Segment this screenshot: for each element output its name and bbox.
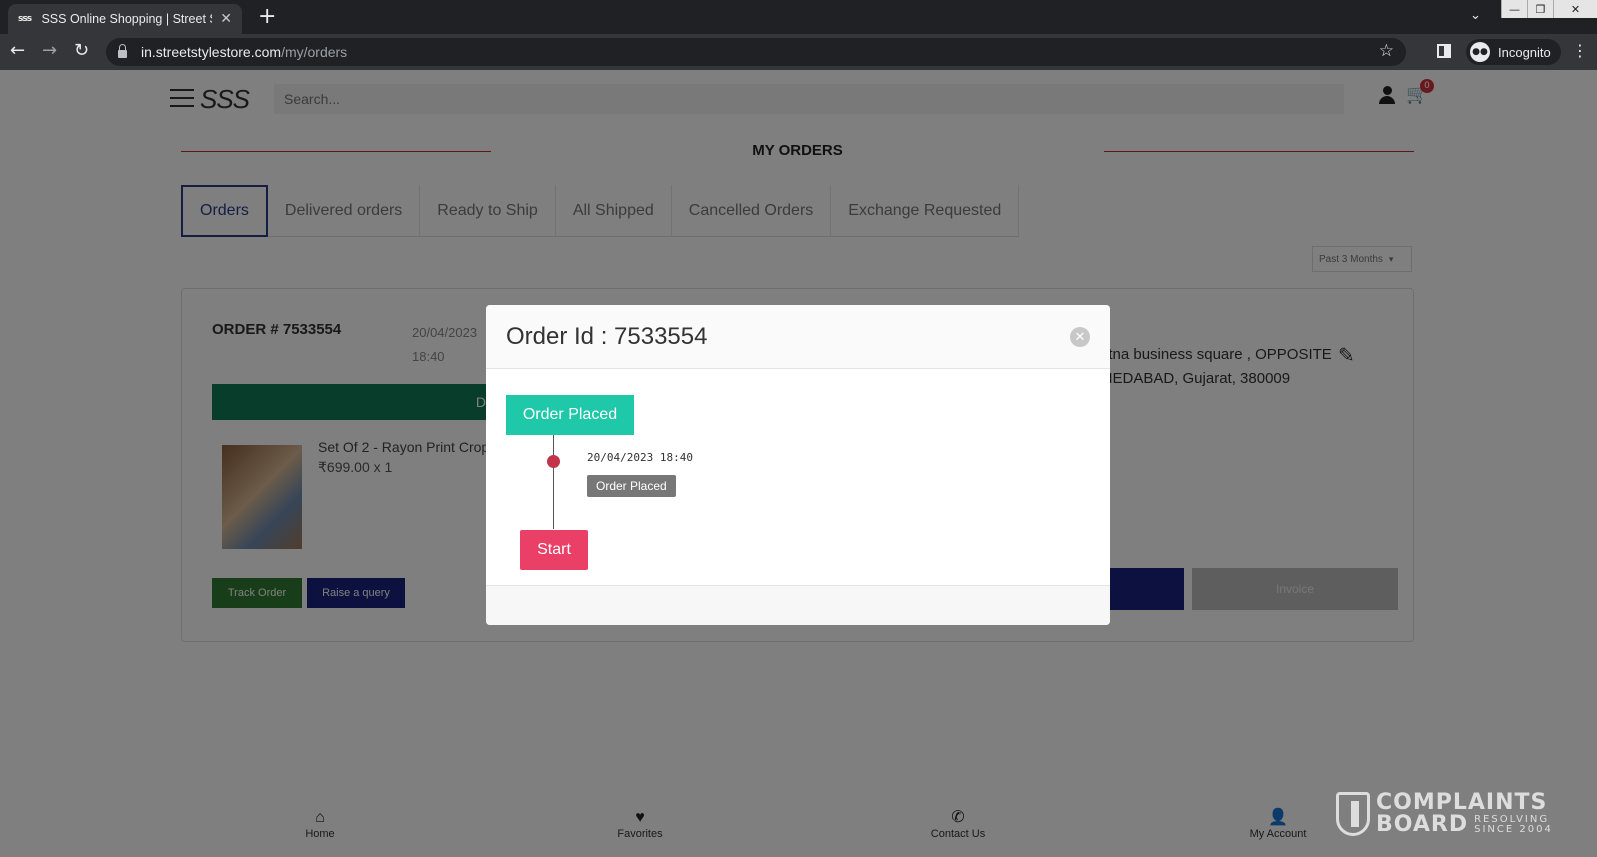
browser-tab[interactable]: sss SSS Online Shopping | Street Styl ✕ [8,4,242,34]
browser-menu-icon[interactable]: ⋮ [1572,41,1588,60]
lock-icon [118,44,127,58]
tab-title: SSS Online Shopping | Street Styl [41,12,213,26]
bookmark-star-icon[interactable]: ☆ [1379,41,1394,61]
order-tracking-modal: Order Id : 7533554 ✕ Order Placed 20/04/… [486,305,1110,625]
timeline-line [553,435,554,529]
watermark-line-1: COMPLAINTS [1376,790,1548,815]
tab-close-icon[interactable]: ✕ [220,11,232,27]
timeline-start: Start [520,530,588,570]
modal-close-icon[interactable]: ✕ [1070,327,1090,347]
modal-footer [486,585,1110,625]
reload-icon[interactable]: ↻ [74,40,89,61]
browser-tab-strip: sss SSS Online Shopping | Street Styl ✕ … [0,0,1597,34]
restore-icon[interactable]: ❐ [1527,0,1553,18]
timeline-event-time: 20/04/2023 18:40 [587,451,693,464]
window-close-icon[interactable]: ✕ [1553,0,1597,18]
minimize-icon[interactable]: — [1501,0,1527,18]
new-tab-icon[interactable]: + [258,4,276,29]
shield-icon [1336,792,1370,836]
timeline-event-badge: Order Placed [587,475,676,497]
timeline-dot [547,455,560,468]
watermark-text: COMPLAINTS BOARD RESOLVING SINCE 2004 [1376,792,1553,836]
watermark-tagline: RESOLVING SINCE 2004 [1474,815,1553,835]
tab-search-chevron-icon[interactable]: ⌄ [1470,8,1481,23]
sss-favicon-icon: sss [18,14,32,24]
incognito-indicator[interactable]: ●● Incognito [1466,39,1561,65]
complaints-board-watermark: COMPLAINTS BOARD RESOLVING SINCE 2004 [1336,792,1553,836]
back-arrow-icon[interactable]: ← [10,40,25,61]
window-controls: — ❐ ✕ [1501,0,1597,18]
side-panel-icon[interactable] [1437,44,1451,58]
watermark-tag-2: SINCE 2004 [1474,824,1553,835]
modal-body: Order Placed 20/04/2023 18:40 Order Plac… [486,369,1110,585]
modal-header: Order Id : 7533554 ✕ [486,305,1110,369]
watermark-line-2-row: BOARD RESOLVING SINCE 2004 [1376,814,1553,836]
address-bar[interactable]: in.streetstylestore.com/my/orders ☆ [106,38,1406,66]
incognito-icon: ●● [1470,42,1490,62]
incognito-label: Incognito [1498,44,1551,60]
watermark-line-2: BOARD [1376,812,1469,837]
forward-arrow-icon[interactable]: → [42,40,57,61]
modal-title: Order Id : 7533554 [506,323,708,350]
url-text: in.streetstylestore.com/my/orders [141,44,348,60]
timeline-head-order-placed: Order Placed [506,395,634,435]
browser-toolbar: ← → ↻ in.streetstylestore.com/my/orders … [0,34,1597,70]
